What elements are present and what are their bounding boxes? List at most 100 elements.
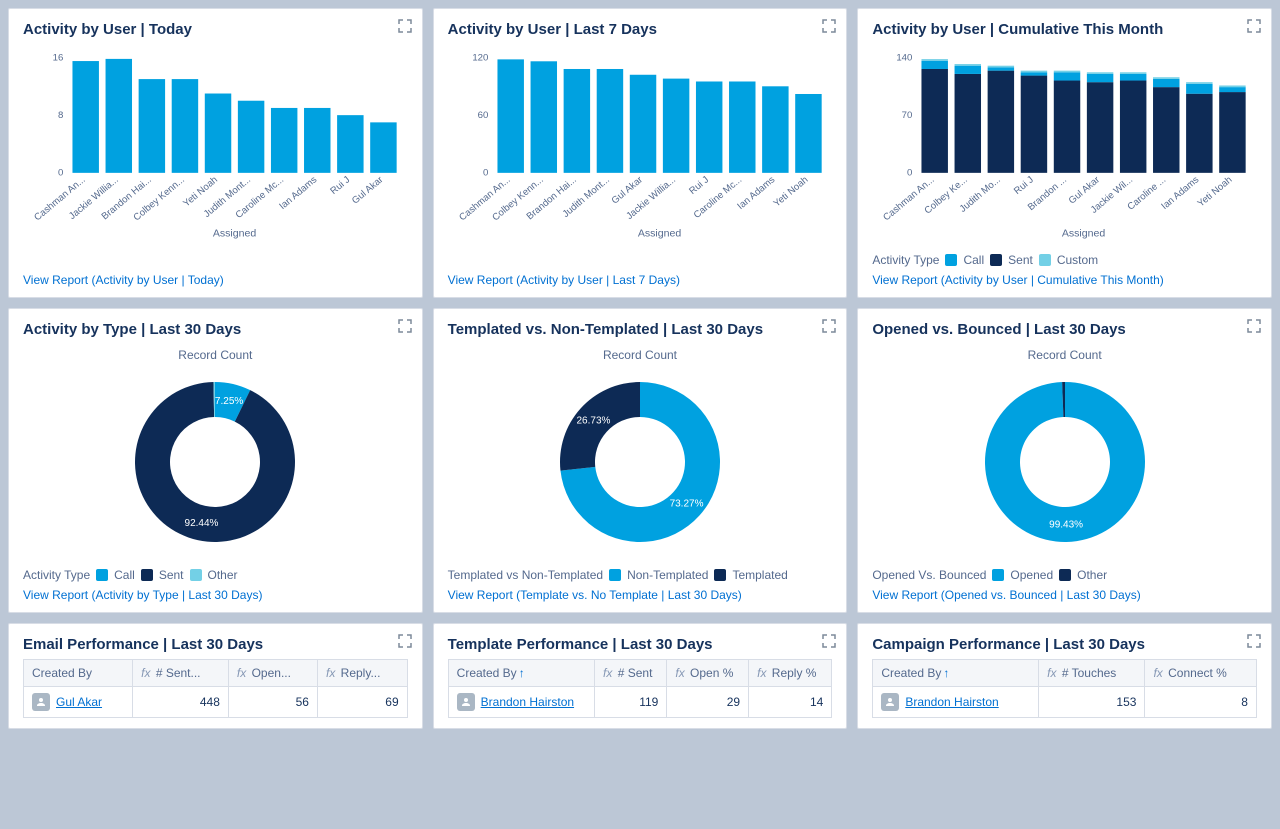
avatar-icon [881,693,899,711]
col-connect[interactable]: fx Connect % [1145,660,1257,687]
card-title: Activity by Type | Last 30 Days [23,321,408,338]
legend: Opened Vs. Bounced Opened Other [872,568,1257,582]
donut-chart: 99.43% [965,362,1165,562]
svg-text:Rui J: Rui J [687,174,711,197]
swatch-other [1059,569,1071,581]
bar-chart: 060120Record CountCashman An...Colbey Ke… [448,44,833,244]
svg-text:70: 70 [902,110,913,121]
svg-text:26.73%: 26.73% [576,415,610,426]
legend: Templated vs Non-Templated Non-Templated… [448,568,833,582]
table-row: Brandon Hairston 153 8 [873,687,1257,718]
col-touches[interactable]: fx # Touches [1039,660,1145,687]
sort-asc-icon: ↑ [943,666,949,680]
svg-text:Rui J: Rui J [1012,174,1036,197]
svg-text:Assigned: Assigned [213,227,257,239]
view-report-link[interactable]: View Report (Activity by User | Today) [23,273,408,287]
user-link[interactable]: Brandon Hairston [481,695,574,709]
svg-text:8: 8 [58,110,63,121]
swatch-templated [714,569,726,581]
col-sent[interactable]: fx # Sent [595,660,667,687]
card-title: Templated vs. Non-Templated | Last 30 Da… [448,321,833,338]
donut-center-label: Record Count [872,348,1257,362]
col-created-by[interactable]: Created By↑ [448,660,594,687]
card-title: Activity by User | Today [23,21,408,38]
view-report-link[interactable]: View Report (Template vs. No Template | … [448,588,833,602]
svg-text:Rui J: Rui J [328,174,352,197]
email-perf-table: Created By fx # Sent... fx Open... fx Re… [23,659,408,718]
expand-icon[interactable] [822,634,836,648]
card-activity-7days: Activity by User | Last 7 Days 060120Rec… [433,8,848,298]
swatch-opened [992,569,1004,581]
col-created-by[interactable]: Created By↑ [873,660,1039,687]
stacked-bar-chart: 070140Record CountCashman An...Colbey Ke… [872,44,1257,244]
col-open[interactable]: fx Open % [667,660,749,687]
view-report-link[interactable]: View Report (Activity by User | Cumulati… [872,273,1257,287]
svg-text:Yeti Noah: Yeti Noah [1196,174,1235,209]
expand-icon[interactable] [398,319,412,333]
card-opened-bounced: Opened vs. Bounced | Last 30 Days Record… [857,308,1272,613]
swatch-call [96,569,108,581]
campaign-perf-table: Created By↑ fx # Touches fx Connect % Br… [872,659,1257,718]
svg-text:0: 0 [58,168,63,179]
svg-text:Assigned: Assigned [1062,227,1106,239]
card-title: Email Performance | Last 30 Days [23,636,408,653]
expand-icon[interactable] [398,634,412,648]
card-title: Campaign Performance | Last 30 Days [872,636,1257,653]
template-perf-table: Created By↑ fx # Sent fx Open % fx Reply… [448,659,833,718]
svg-text:73.27%: 73.27% [670,499,704,510]
swatch-custom [1039,254,1051,266]
card-email-perf: Email Performance | Last 30 Days Created… [8,623,423,729]
view-report-link[interactable]: View Report (Activity by User | Last 7 D… [448,273,833,287]
svg-text:7.25%: 7.25% [215,396,243,407]
swatch-call [945,254,957,266]
col-reply[interactable]: fx Reply % [749,660,832,687]
col-sent[interactable]: fx # Sent... [133,660,229,687]
dashboard-grid: Activity by User | Today 0 8 16 Record Coun… [0,0,1280,737]
expand-icon[interactable] [1247,19,1261,33]
view-report-link[interactable]: View Report (Activity by Type | Last 30 … [23,588,408,602]
donut-chart: 73.27% 26.73% [540,362,740,562]
expand-icon[interactable] [398,19,412,33]
svg-text:140: 140 [897,52,913,63]
swatch-sent [141,569,153,581]
expand-icon[interactable] [1247,634,1261,648]
svg-text:92.44%: 92.44% [185,518,219,529]
svg-text:0: 0 [907,168,912,179]
svg-text:99.43%: 99.43% [1049,519,1083,530]
svg-text:16: 16 [53,52,64,63]
user-link[interactable]: Gul Akar [56,695,102,709]
col-reply[interactable]: fx Reply... [317,660,407,687]
card-activity-type: Activity by Type | Last 30 Days Record C… [8,308,423,613]
swatch-other [190,569,202,581]
card-title: Activity by User | Cumulative This Month [872,21,1257,38]
card-title: Activity by User | Last 7 Days [448,21,833,38]
table-row: Gul Akar 448 56 69 [24,687,408,718]
card-activity-month: Activity by User | Cumulative This Month… [857,8,1272,298]
legend: Activity Type Call Sent Custom [872,253,1257,267]
col-open[interactable]: fx Open... [228,660,317,687]
user-link[interactable]: Brandon Hairston [905,695,998,709]
svg-text:Yeti Noah: Yeti Noah [771,174,810,209]
bar-chart: 0816Record CountCashman An...Jackie Will… [23,44,408,244]
expand-icon[interactable] [822,319,836,333]
swatch-nontemplated [609,569,621,581]
svg-text:Gul Akar: Gul Akar [350,174,386,207]
table-row: Brandon Hairston 119 29 14 [448,687,832,718]
card-campaign-perf: Campaign Performance | Last 30 Days Crea… [857,623,1272,729]
legend: Activity Type Call Sent Other [23,568,408,582]
donut-center-label: Record Count [23,348,408,362]
col-created-by[interactable]: Created By [24,660,133,687]
expand-icon[interactable] [1247,319,1261,333]
donut-center-label: Record Count [448,348,833,362]
donut-chart: 7.25% 92.44% [115,362,315,562]
svg-text:120: 120 [472,52,488,63]
avatar-icon [457,693,475,711]
card-activity-today: Activity by User | Today 0816Record Coun… [8,8,423,298]
avatar-icon [32,693,50,711]
card-template-perf: Template Performance | Last 30 Days Crea… [433,623,848,729]
card-title: Template Performance | Last 30 Days [448,636,833,653]
expand-icon[interactable] [822,19,836,33]
view-report-link[interactable]: View Report (Opened vs. Bounced | Last 3… [872,588,1257,602]
svg-text:0: 0 [483,168,488,179]
sort-asc-icon: ↑ [519,666,525,680]
